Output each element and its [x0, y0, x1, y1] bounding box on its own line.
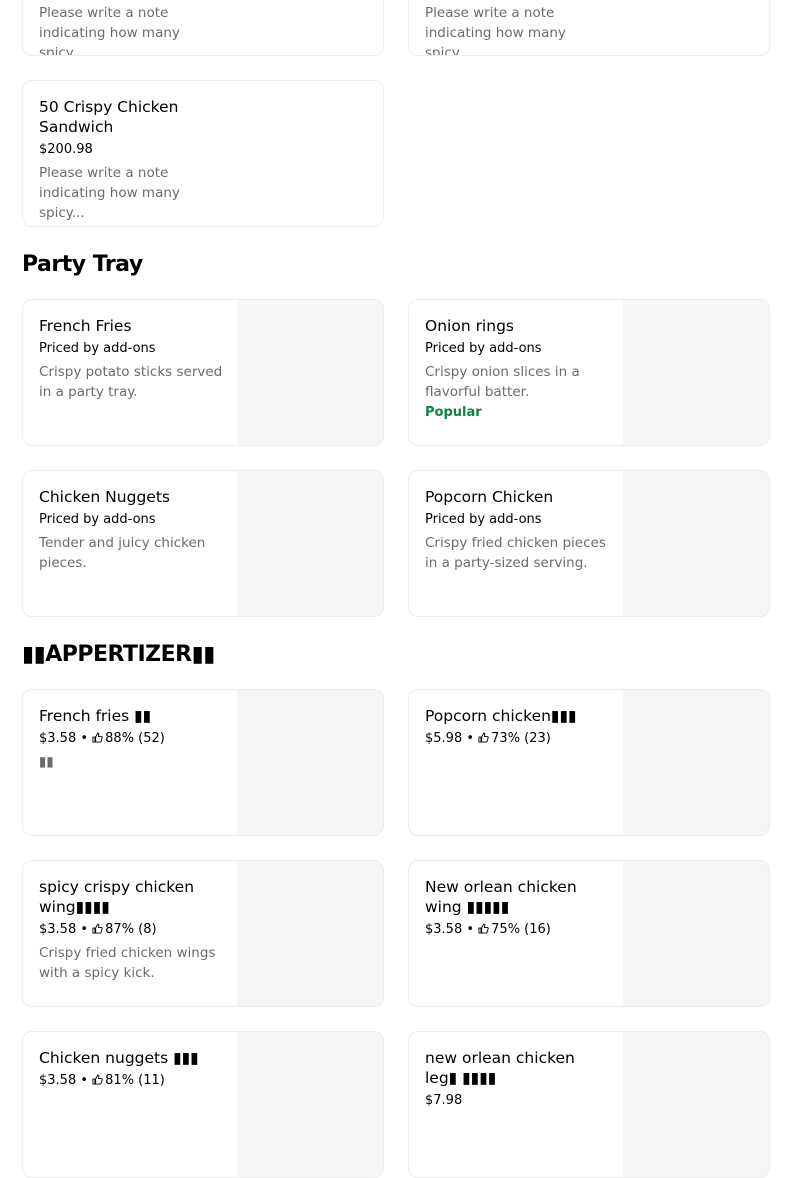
item-rating: 88% (52) [105, 731, 165, 746]
item-rating: 73% (23) [491, 731, 551, 746]
section-title-appetizer: ▮▮APPERTIZER▮▮ [22, 642, 215, 667]
item-description: Crispy fried chicken wings with a spicy … [39, 945, 216, 981]
menu-item-card[interactable]: Popcorn Chicken Priced by add-ons Crispy… [408, 470, 770, 617]
thumbs-up-icon [92, 1074, 103, 1085]
item-name: new orlean chicken leg▮ ▮▮▮▮ [425, 1049, 575, 1087]
separator: • [462, 731, 479, 746]
item-price-rating: $5.98 • 73% (23) [425, 730, 609, 748]
menu-item-card[interactable]: New orlean chicken wing ▮▮▮▮▮ $3.58 • 75… [408, 860, 770, 1007]
item-price: $3.58 [39, 1073, 77, 1088]
item-price: $7.98 [425, 1093, 463, 1108]
item-image [237, 690, 383, 835]
item-name: Popcorn chicken▮▮▮ [425, 707, 577, 725]
item-image [237, 861, 383, 1006]
separator: • [76, 922, 93, 937]
item-rating: 81% (11) [105, 1073, 165, 1088]
thumbs-up-icon [478, 732, 489, 743]
item-description: Crispy fried chicken pieces in a party-s… [425, 535, 606, 571]
thumbs-up-icon [478, 923, 489, 934]
item-price: Priced by add-ons [39, 512, 156, 527]
thumbs-up-icon [92, 732, 103, 743]
item-image [237, 300, 383, 445]
item-price: Priced by add-ons [39, 341, 156, 356]
item-description: Tender and juicy chicken pieces. [39, 535, 206, 571]
item-description: Please write a note indicating how many … [39, 165, 180, 221]
item-description: Please write a note indicating how many … [39, 5, 180, 56]
item-price: $5.98 [425, 731, 463, 746]
item-image [623, 300, 769, 445]
item-image [623, 690, 769, 835]
menu-item-card[interactable]: Please write a note indicating how many … [408, 0, 770, 56]
item-rating: 87% (8) [105, 922, 157, 937]
menu-item-card[interactable]: Popcorn chicken▮▮▮ $5.98 • 73% (23) [408, 689, 770, 836]
item-price: $3.58 [425, 922, 463, 937]
item-name: Popcorn Chicken [425, 488, 554, 506]
menu-item-card[interactable]: new orlean chicken leg▮ ▮▮▮▮ $7.98 [408, 1031, 770, 1178]
item-image [623, 1032, 769, 1177]
menu-item-card[interactable]: Onion rings Priced by add-ons Crispy oni… [408, 299, 770, 446]
menu-item-card[interactable]: French fries ▮▮ $3.58 • 88% (52) ▮▮ [22, 689, 384, 836]
item-price-rating: $3.58 • 87% (8) [39, 921, 223, 939]
item-description: Please write a note indicating how many … [425, 5, 566, 56]
item-name: 50 Crispy Chicken Sandwich [39, 98, 179, 136]
item-name: Onion rings [425, 317, 514, 335]
section-title-party-tray: Party Tray [22, 252, 143, 277]
popular-badge: Popular [425, 405, 482, 420]
menu-item-card[interactable]: French Fries Priced by add-ons Crispy po… [22, 299, 384, 446]
item-price-rating: $3.58 • 81% (11) [39, 1072, 223, 1090]
item-name: spicy crispy chicken wing▮▮▮▮ [39, 878, 195, 916]
item-description: Crispy potato sticks served in a party t… [39, 364, 223, 400]
item-price: Priced by add-ons [425, 341, 542, 356]
item-image [237, 471, 383, 616]
item-name: Chicken Nuggets [39, 488, 170, 506]
thumbs-up-icon [92, 923, 103, 934]
item-price: Priced by add-ons [425, 512, 542, 527]
separator: • [462, 922, 479, 937]
item-price: $200.98 [39, 142, 93, 157]
item-description: Crispy onion slices in a flavorful batte… [425, 364, 580, 400]
item-image [237, 1032, 383, 1177]
item-image [623, 861, 769, 1006]
item-rating: 75% (16) [491, 922, 551, 937]
menu-item-card[interactable]: Please write a note indicating how many … [22, 0, 384, 56]
menu-item-card[interactable]: 50 Crispy Chicken Sandwich $200.98 Pleas… [22, 80, 384, 227]
item-image [623, 471, 769, 616]
menu-item-card[interactable]: Chicken nuggets ▮▮▮ $3.58 • 81% (11) [22, 1031, 384, 1178]
item-name: New orlean chicken wing ▮▮▮▮▮ [425, 878, 577, 916]
separator: • [76, 1073, 93, 1088]
item-name: Chicken nuggets ▮▮▮ [39, 1049, 199, 1067]
item-name: French Fries [39, 317, 132, 335]
menu-item-card[interactable]: Chicken Nuggets Priced by add-ons Tender… [22, 470, 384, 617]
menu-item-card[interactable]: spicy crispy chicken wing▮▮▮▮ $3.58 • 87… [22, 860, 384, 1007]
separator: • [76, 731, 93, 746]
item-price-rating: $3.58 • 75% (16) [425, 921, 609, 939]
item-price: $3.58 [39, 922, 77, 937]
item-price-rating: $3.58 • 88% (52) [39, 730, 223, 748]
item-name: French fries ▮▮ [39, 707, 152, 725]
item-description: ▮▮ [39, 754, 54, 770]
item-price: $3.58 [39, 731, 77, 746]
